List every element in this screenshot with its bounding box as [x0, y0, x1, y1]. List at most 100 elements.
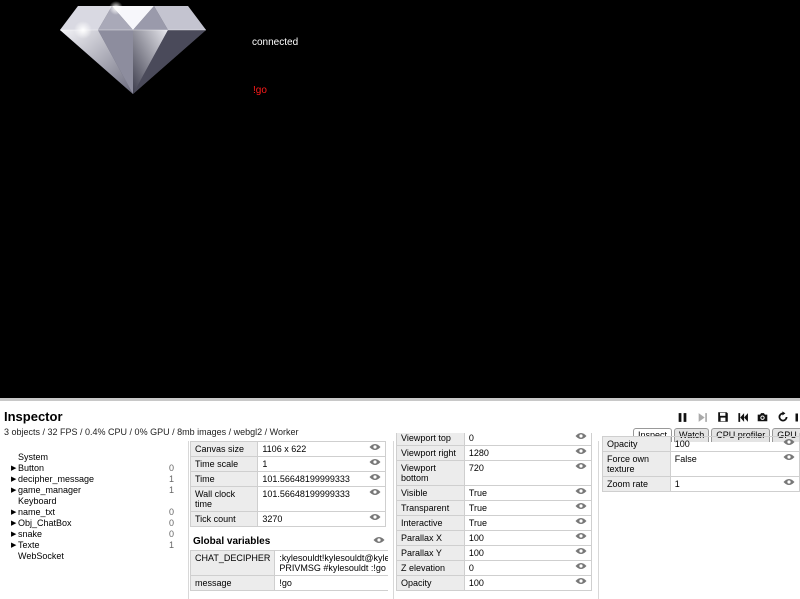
- more-button[interactable]: [794, 409, 800, 426]
- watch-button[interactable]: [571, 545, 592, 561]
- tree-item-texte[interactable]: ▶ Texte 1: [0, 540, 186, 551]
- tree-item-button[interactable]: ▶ Button 0: [0, 463, 186, 474]
- pause-button[interactable]: [674, 409, 691, 426]
- tree-item-snake[interactable]: ▶ snake 0: [0, 529, 186, 540]
- save-button[interactable]: [714, 409, 731, 426]
- tree-item-label: WebSocket: [18, 551, 64, 561]
- inspector-panel: Inspector 3 objects / 32 FPS / 0.4% CPU …: [0, 398, 800, 599]
- global-variables-table: CHAT_DECIPHER:kylesouldt!kylesouldt@kyle…: [190, 550, 388, 591]
- column-divider: [188, 441, 189, 599]
- property-value[interactable]: :kylesouldt!kylesouldt@kylesouldt.tmi.tw…: [274, 550, 388, 576]
- object-tree: System ▶ Button 0 ▶ decipher_message 1 ▶ game…: [0, 450, 186, 599]
- pause-icon: [678, 412, 687, 422]
- reload-button[interactable]: [774, 409, 791, 426]
- screenshot-button[interactable]: [754, 409, 771, 426]
- property-value[interactable]: True: [463, 485, 572, 501]
- watch-section-button[interactable]: [373, 536, 385, 547]
- property-row: Time 101.56648199999333: [190, 471, 386, 487]
- tree-item-name-txt[interactable]: ▶ name_txt 0: [0, 507, 186, 518]
- watch-button[interactable]: [571, 530, 592, 546]
- watch-button[interactable]: [365, 471, 386, 487]
- tree-item-label: Texte: [18, 540, 40, 550]
- property-value[interactable]: 0: [463, 433, 572, 446]
- watch-button[interactable]: [571, 500, 592, 516]
- property-value[interactable]: True: [463, 500, 572, 516]
- restart-button[interactable]: [734, 409, 751, 426]
- property-value[interactable]: 3270: [257, 511, 366, 527]
- eye-icon: [575, 448, 587, 454]
- property-value[interactable]: 101.56648199999333: [257, 486, 366, 512]
- eye-icon: [783, 439, 795, 445]
- tree-item-keyboard[interactable]: Keyboard: [0, 496, 186, 507]
- property-row: Visible True: [396, 485, 592, 501]
- layer-properties-column: Viewport top 0 Viewport right 1280 Viewport …: [396, 433, 594, 599]
- watch-button[interactable]: [571, 485, 592, 501]
- tree-item-obj-chatbox[interactable]: ▶ Obj_ChatBox 0: [0, 518, 186, 529]
- instance-count: 0: [168, 529, 174, 539]
- instance-count: 0: [168, 518, 174, 528]
- watch-button[interactable]: [571, 575, 592, 591]
- property-row: Tick count 3270: [190, 511, 386, 527]
- property-row: Parallax X 100: [396, 530, 592, 546]
- expand-arrow-icon[interactable]: ▶: [11, 529, 16, 540]
- watch-button[interactable]: [365, 441, 386, 457]
- watch-button[interactable]: [365, 486, 386, 512]
- expand-arrow-icon[interactable]: ▶: [11, 463, 16, 474]
- property-value[interactable]: 1: [669, 476, 780, 492]
- property-label: CHAT_DECIPHER: [190, 550, 276, 576]
- tree-item-decipher-message[interactable]: ▶ decipher_message 1: [0, 474, 186, 485]
- watch-button[interactable]: [365, 456, 386, 472]
- property-label: Force own texture: [602, 451, 671, 477]
- property-row: Viewport right 1280: [396, 445, 592, 461]
- watch-button[interactable]: [571, 560, 592, 576]
- system-properties-column: Canvas size 1106 x 622 Time scale 1 Time 101.…: [190, 441, 388, 599]
- eye-icon: [575, 563, 587, 569]
- expand-arrow-icon[interactable]: ▶: [11, 474, 16, 485]
- watch-button[interactable]: [779, 436, 800, 452]
- watch-button[interactable]: [571, 460, 592, 486]
- property-value[interactable]: 720: [463, 460, 572, 486]
- global-variables-header: Global variables: [190, 532, 388, 550]
- expand-arrow-icon[interactable]: ▶: [11, 540, 16, 551]
- property-value[interactable]: !go: [274, 575, 388, 591]
- property-value[interactable]: 1280: [463, 445, 572, 461]
- watch-button[interactable]: [571, 445, 592, 461]
- property-row: Parallax Y 100: [396, 545, 592, 561]
- property-value[interactable]: 1: [257, 456, 366, 472]
- property-label: Z elevation: [396, 560, 465, 576]
- watch-button[interactable]: [779, 476, 800, 492]
- instance-count: 0: [168, 507, 174, 517]
- property-value[interactable]: False: [669, 451, 780, 477]
- tree-item-system[interactable]: System: [0, 452, 186, 463]
- property-value[interactable]: 100: [463, 545, 572, 561]
- tree-item-label: snake: [18, 529, 43, 539]
- step-button[interactable]: [694, 409, 711, 426]
- property-label: Viewport top: [396, 433, 465, 446]
- expand-arrow-icon[interactable]: ▶: [11, 485, 16, 496]
- property-value[interactable]: True: [463, 515, 572, 531]
- eye-icon: [575, 503, 587, 509]
- instance-count: 1: [168, 540, 174, 550]
- property-value[interactable]: 0: [463, 560, 572, 576]
- tree-item-label: System: [18, 452, 49, 462]
- property-value[interactable]: 100: [669, 436, 780, 452]
- property-value[interactable]: 100: [463, 575, 572, 591]
- diamond-sprite: [60, 1, 206, 94]
- watch-button[interactable]: [571, 515, 592, 531]
- layout-properties-table: Opacity 100 Force own texture False Zoom rat…: [602, 436, 800, 492]
- watch-button[interactable]: [571, 433, 592, 446]
- property-value[interactable]: 1106 x 622: [257, 441, 366, 457]
- watch-button[interactable]: [365, 511, 386, 527]
- tree-item-game-manager[interactable]: ▶ game_manager 1: [0, 485, 186, 496]
- property-label: Wall clock time: [190, 486, 259, 512]
- game-canvas[interactable]: connected !go: [0, 0, 800, 398]
- tree-item-label: Obj_ChatBox: [18, 518, 72, 528]
- property-label: Tick count: [190, 511, 259, 527]
- expand-arrow-icon[interactable]: ▶: [11, 518, 16, 529]
- tree-item-websocket[interactable]: WebSocket: [0, 551, 186, 562]
- property-value[interactable]: 100: [463, 530, 572, 546]
- eye-icon: [369, 489, 381, 495]
- expand-arrow-icon[interactable]: ▶: [11, 507, 16, 518]
- property-value[interactable]: 101.56648199999333: [257, 471, 366, 487]
- watch-button[interactable]: [779, 451, 800, 477]
